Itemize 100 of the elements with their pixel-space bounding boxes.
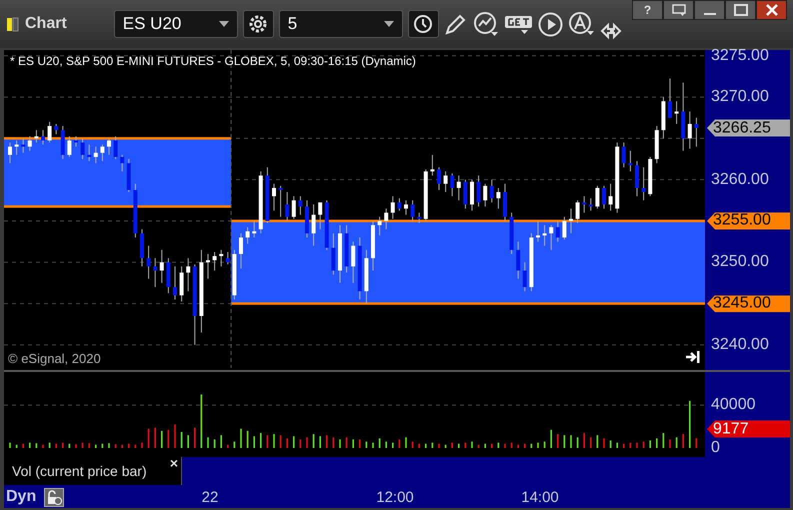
candlestick	[549, 224, 554, 250]
minimize-icon	[704, 13, 716, 15]
candlestick	[331, 232, 336, 276]
candlestick	[8, 142, 12, 164]
candlestick	[463, 179, 468, 210]
candlestick	[312, 204, 316, 246]
candlestick	[417, 212, 422, 224]
candlestick	[470, 179, 474, 212]
play-icon[interactable]	[538, 12, 563, 36]
candlestick	[410, 200, 415, 222]
settings-icon	[248, 14, 268, 34]
clock-icon	[413, 14, 434, 34]
help-button[interactable]: ?	[632, 0, 663, 20]
price-axis-label: 3250.00	[711, 254, 769, 270]
copyright-text: © eSignal, 2020	[8, 351, 101, 366]
candlestick	[351, 241, 356, 284]
candlestick	[87, 144, 92, 162]
candlestick	[206, 254, 210, 280]
candlestick	[688, 111, 692, 150]
maximize-button[interactable]	[725, 0, 756, 20]
candlestick	[542, 224, 547, 246]
candlestick	[285, 192, 290, 222]
candlestick	[516, 241, 520, 280]
volume-marker: 9177	[707, 420, 790, 438]
candlestick	[252, 220, 256, 238]
price-level-marker: 3245.00	[707, 295, 790, 312]
candlestick	[114, 136, 118, 160]
candlestick	[562, 216, 566, 240]
candlestick	[14, 140, 19, 156]
legend-label: Vol (current price bar)	[12, 463, 147, 479]
candlestick	[397, 198, 402, 212]
candlestick	[384, 208, 388, 230]
candlestick	[576, 200, 580, 224]
candlestick	[160, 249, 164, 284]
candlestick	[272, 183, 276, 212]
window-title: Chart	[25, 15, 67, 33]
caret-icon	[384, 21, 394, 27]
caret-icon	[218, 21, 229, 27]
candlestick	[146, 245, 151, 280]
candlestick	[490, 179, 494, 203]
candlestick	[450, 172, 454, 197]
candlestick	[180, 266, 184, 302]
candlestick	[390, 196, 395, 220]
candlestick	[404, 200, 408, 216]
settings-button[interactable]	[242, 10, 274, 38]
candlestick	[278, 185, 283, 218]
candlestick	[378, 216, 382, 236]
lock-icon[interactable]	[44, 488, 64, 507]
candlestick	[622, 142, 626, 168]
candlestick	[582, 196, 586, 214]
candlestick	[483, 183, 488, 208]
candlestick	[48, 121, 52, 144]
scroll-to-end-icon[interactable]	[685, 350, 701, 364]
candlestick	[522, 262, 527, 292]
price-axis-label: 3275.00	[711, 48, 769, 64]
price-axis-label: 3260.00	[711, 172, 769, 188]
candlestick	[21, 138, 26, 154]
candlestick	[430, 154, 434, 176]
candlestick	[100, 144, 104, 162]
interval-dropdown[interactable]: 5	[278, 10, 403, 38]
minimize-button[interactable]	[694, 0, 725, 20]
candlestick	[496, 187, 500, 210]
candlestick	[694, 117, 698, 148]
candlestick	[173, 266, 177, 300]
legend-close-button[interactable]: ×	[170, 455, 178, 471]
candlestick	[226, 251, 230, 265]
volume-axis-label: 0	[711, 440, 720, 456]
candlestick	[239, 232, 243, 269]
candlestick	[298, 196, 302, 216]
candlestick	[602, 185, 606, 210]
candlestick	[556, 220, 560, 242]
price-axis-label: 3270.00	[711, 89, 769, 106]
dock-button[interactable]	[663, 0, 694, 20]
chart-header: * ES U20, S&P 500 E-MINI FUTURES - GLOBEX, 5, 09:30-16:15 (Dynamic)	[10, 54, 416, 68]
dock-icon	[672, 4, 686, 16]
candlestick	[318, 202, 322, 230]
candlestick	[608, 183, 613, 212]
candlestick	[186, 258, 190, 292]
pencil-icon[interactable]	[444, 12, 468, 36]
dynamic-mode-label[interactable]: Dyn	[6, 488, 36, 506]
candlestick	[28, 136, 32, 152]
candlestick	[635, 160, 639, 197]
candlestick	[536, 220, 540, 242]
candlestick	[444, 170, 448, 193]
close-icon	[766, 4, 778, 16]
time-axis-label: 12:00	[376, 489, 414, 506]
candlestick	[120, 154, 124, 172]
alert-icon[interactable]	[568, 11, 595, 37]
clock-button[interactable]	[408, 10, 439, 38]
symbol-dropdown[interactable]: ES U20	[114, 10, 238, 38]
link-arrows-icon[interactable]	[600, 21, 622, 41]
candlestick	[476, 175, 481, 208]
candlestick	[246, 226, 250, 244]
chart-window-icon	[6, 15, 20, 33]
candlestick	[456, 175, 461, 201]
time-axis-label: 14:00	[521, 489, 559, 506]
candlestick	[642, 166, 646, 201]
candlestick	[595, 185, 600, 210]
candlestick	[34, 130, 38, 144]
close-button[interactable]	[756, 0, 787, 20]
